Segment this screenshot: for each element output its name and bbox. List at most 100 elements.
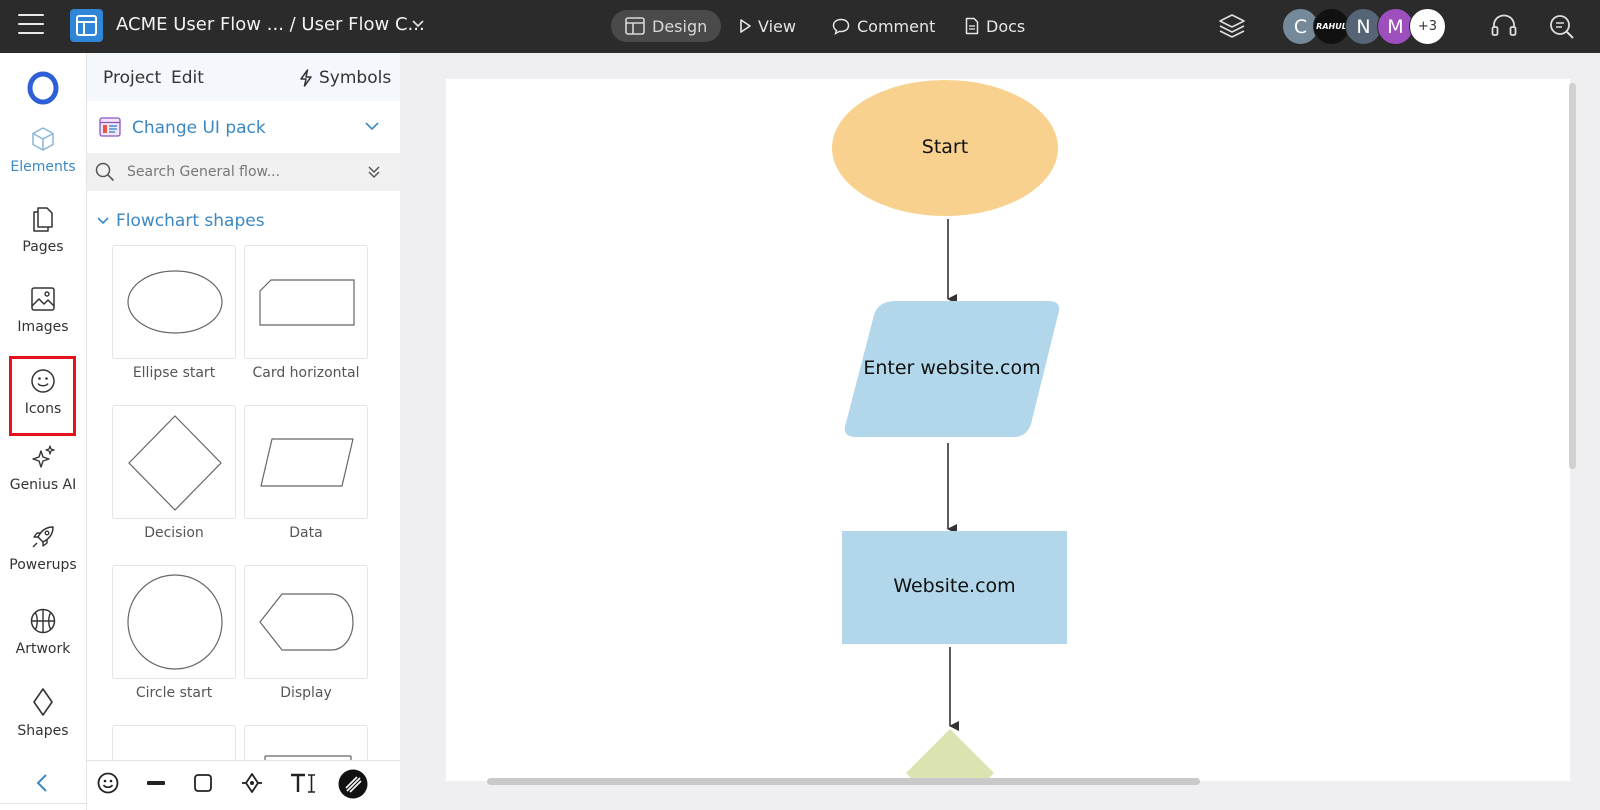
- shape-tile-display[interactable]: [244, 565, 368, 679]
- collapse-left-icon[interactable]: [33, 772, 53, 794]
- shape-label: Decision: [144, 525, 204, 541]
- app-logo-icon[interactable]: [70, 9, 103, 42]
- diamond-icon: [33, 688, 53, 716]
- rail-item-label: Genius AI: [9, 477, 77, 493]
- shape-tile-circle-start[interactable]: [112, 565, 236, 679]
- rail-item-label: Artwork: [15, 641, 71, 657]
- section-title: Flowchart shapes: [116, 211, 265, 231]
- panel-tabs: Project Edit Symbols: [87, 53, 400, 101]
- shape-label: Circle start: [135, 685, 213, 701]
- shape-tile-ellipse-start[interactable]: [112, 245, 236, 359]
- tab-project[interactable]: Project: [103, 68, 161, 88]
- brand-logo-icon[interactable]: [27, 71, 59, 105]
- change-ui-pack-button[interactable]: Change UI pack: [87, 108, 400, 148]
- rail-item-label: Shapes: [17, 723, 69, 739]
- tab-symbols-label: Symbols: [319, 68, 392, 88]
- layers-icon[interactable]: [1218, 13, 1246, 39]
- node-label: Start: [921, 136, 969, 158]
- flowchart: [832, 80, 1067, 781]
- section-flowchart-shapes[interactable]: Flowchart shapes: [97, 211, 265, 231]
- layout-icon: [625, 17, 645, 35]
- card-shape-preview: [259, 279, 355, 326]
- rail-item-genius-ai[interactable]: Genius AI: [0, 443, 86, 493]
- rail-item-icons[interactable]: Icons: [0, 367, 86, 417]
- tab-symbols[interactable]: Symbols: [299, 68, 391, 88]
- tab-docs[interactable]: Docs: [951, 10, 1039, 42]
- horizontal-scrollbar[interactable]: [487, 778, 1200, 785]
- sparkle-icon: [32, 445, 55, 468]
- search-bar: [87, 153, 400, 191]
- ball-icon: [30, 608, 56, 634]
- elements-panel: Project Edit Symbols Change UI pack Flow…: [87, 53, 400, 810]
- tab-view-label: View: [758, 16, 796, 36]
- pen-tool-icon[interactable]: [240, 771, 264, 795]
- line-tool-icon[interactable]: [144, 771, 168, 795]
- shape-tile-decision[interactable]: [112, 405, 236, 519]
- shape-label: Card horizontal: [252, 365, 360, 381]
- tab-comment[interactable]: Comment: [818, 10, 949, 42]
- pages-icon: [33, 207, 53, 232]
- chevron-down-icon: [365, 122, 379, 131]
- tab-comment-label: Comment: [857, 16, 936, 36]
- divider: [0, 803, 86, 804]
- circle-shape-preview: [127, 574, 223, 670]
- menu-icon[interactable]: [18, 14, 44, 34]
- rectangle-tool-icon[interactable]: [191, 771, 215, 795]
- decision-node[interactable]: [906, 729, 994, 781]
- text-tool-icon[interactable]: [289, 771, 317, 795]
- lightning-icon: [300, 69, 312, 87]
- double-chevron-down-icon[interactable]: [367, 165, 381, 179]
- search-icon[interactable]: [1548, 13, 1576, 41]
- ui-pack-label: Change UI pack: [132, 118, 266, 138]
- shape-label: Ellipse start: [132, 365, 216, 381]
- rail-item-label: Powerups: [9, 557, 77, 573]
- cube-icon: [32, 127, 54, 151]
- rail-item-label: Icons: [24, 401, 62, 417]
- chevron-down-icon: [97, 217, 109, 225]
- search-icon: [95, 162, 115, 182]
- bottom-toolbar: [87, 760, 400, 810]
- brush-tool-icon[interactable]: [338, 769, 368, 799]
- top-bar: ACME User Flow ... / User Flow C... Desi…: [0, 0, 1600, 53]
- smiley-icon[interactable]: [96, 771, 120, 795]
- shape-label: Display: [280, 685, 332, 701]
- rail-item-powerups[interactable]: Powerups: [0, 523, 86, 573]
- breadcrumb[interactable]: ACME User Flow ... / User Flow C...: [116, 14, 425, 35]
- ellipse-shape-preview: [127, 270, 223, 334]
- shape-label: Data: [289, 525, 323, 541]
- search-input[interactable]: [127, 158, 347, 186]
- smiley-icon: [31, 369, 55, 393]
- artboard[interactable]: Start Enter website.com Website.com: [446, 79, 1570, 781]
- rail-item-images[interactable]: Images: [0, 285, 86, 335]
- rail-item-shapes[interactable]: Shapes: [0, 687, 86, 739]
- rail-item-pages[interactable]: Pages: [0, 205, 86, 255]
- shape-tile-card-horizontal[interactable]: [244, 245, 368, 359]
- rail-item-artwork[interactable]: Artwork: [0, 607, 86, 657]
- tab-view[interactable]: View: [725, 10, 810, 42]
- rail-item-label: Pages: [22, 239, 64, 255]
- ui-pack-icon: [99, 117, 121, 137]
- tab-design-label: Design: [652, 16, 708, 36]
- node-label: Website.com: [893, 575, 1016, 597]
- rail-item-label: Images: [17, 319, 69, 335]
- node-label: Enter website.com: [863, 357, 1041, 379]
- rail-item-label: Elements: [10, 159, 76, 175]
- display-shape-preview: [259, 593, 354, 651]
- rocket-icon: [32, 526, 54, 548]
- canvas-area[interactable]: Start Enter website.com Website.com: [400, 53, 1600, 810]
- document-icon: [965, 17, 979, 35]
- headset-icon[interactable]: [1490, 13, 1518, 39]
- tab-docs-label: Docs: [986, 16, 1026, 36]
- tab-design[interactable]: Design: [611, 10, 722, 42]
- more-avatars-badge[interactable]: +3: [1409, 8, 1446, 45]
- chevron-down-icon[interactable]: [412, 20, 424, 28]
- image-icon: [31, 287, 55, 311]
- rail-item-elements[interactable]: Elements: [0, 125, 86, 175]
- tab-edit[interactable]: Edit: [171, 68, 204, 88]
- vertical-scrollbar[interactable]: [1569, 83, 1576, 469]
- speech-bubble-icon: [832, 18, 850, 35]
- shape-tile-data[interactable]: [244, 405, 368, 519]
- play-icon: [740, 19, 751, 33]
- left-rail: Elements Pages Images Icons Genius AI Po…: [0, 53, 87, 810]
- data-shape-preview: [260, 438, 354, 487]
